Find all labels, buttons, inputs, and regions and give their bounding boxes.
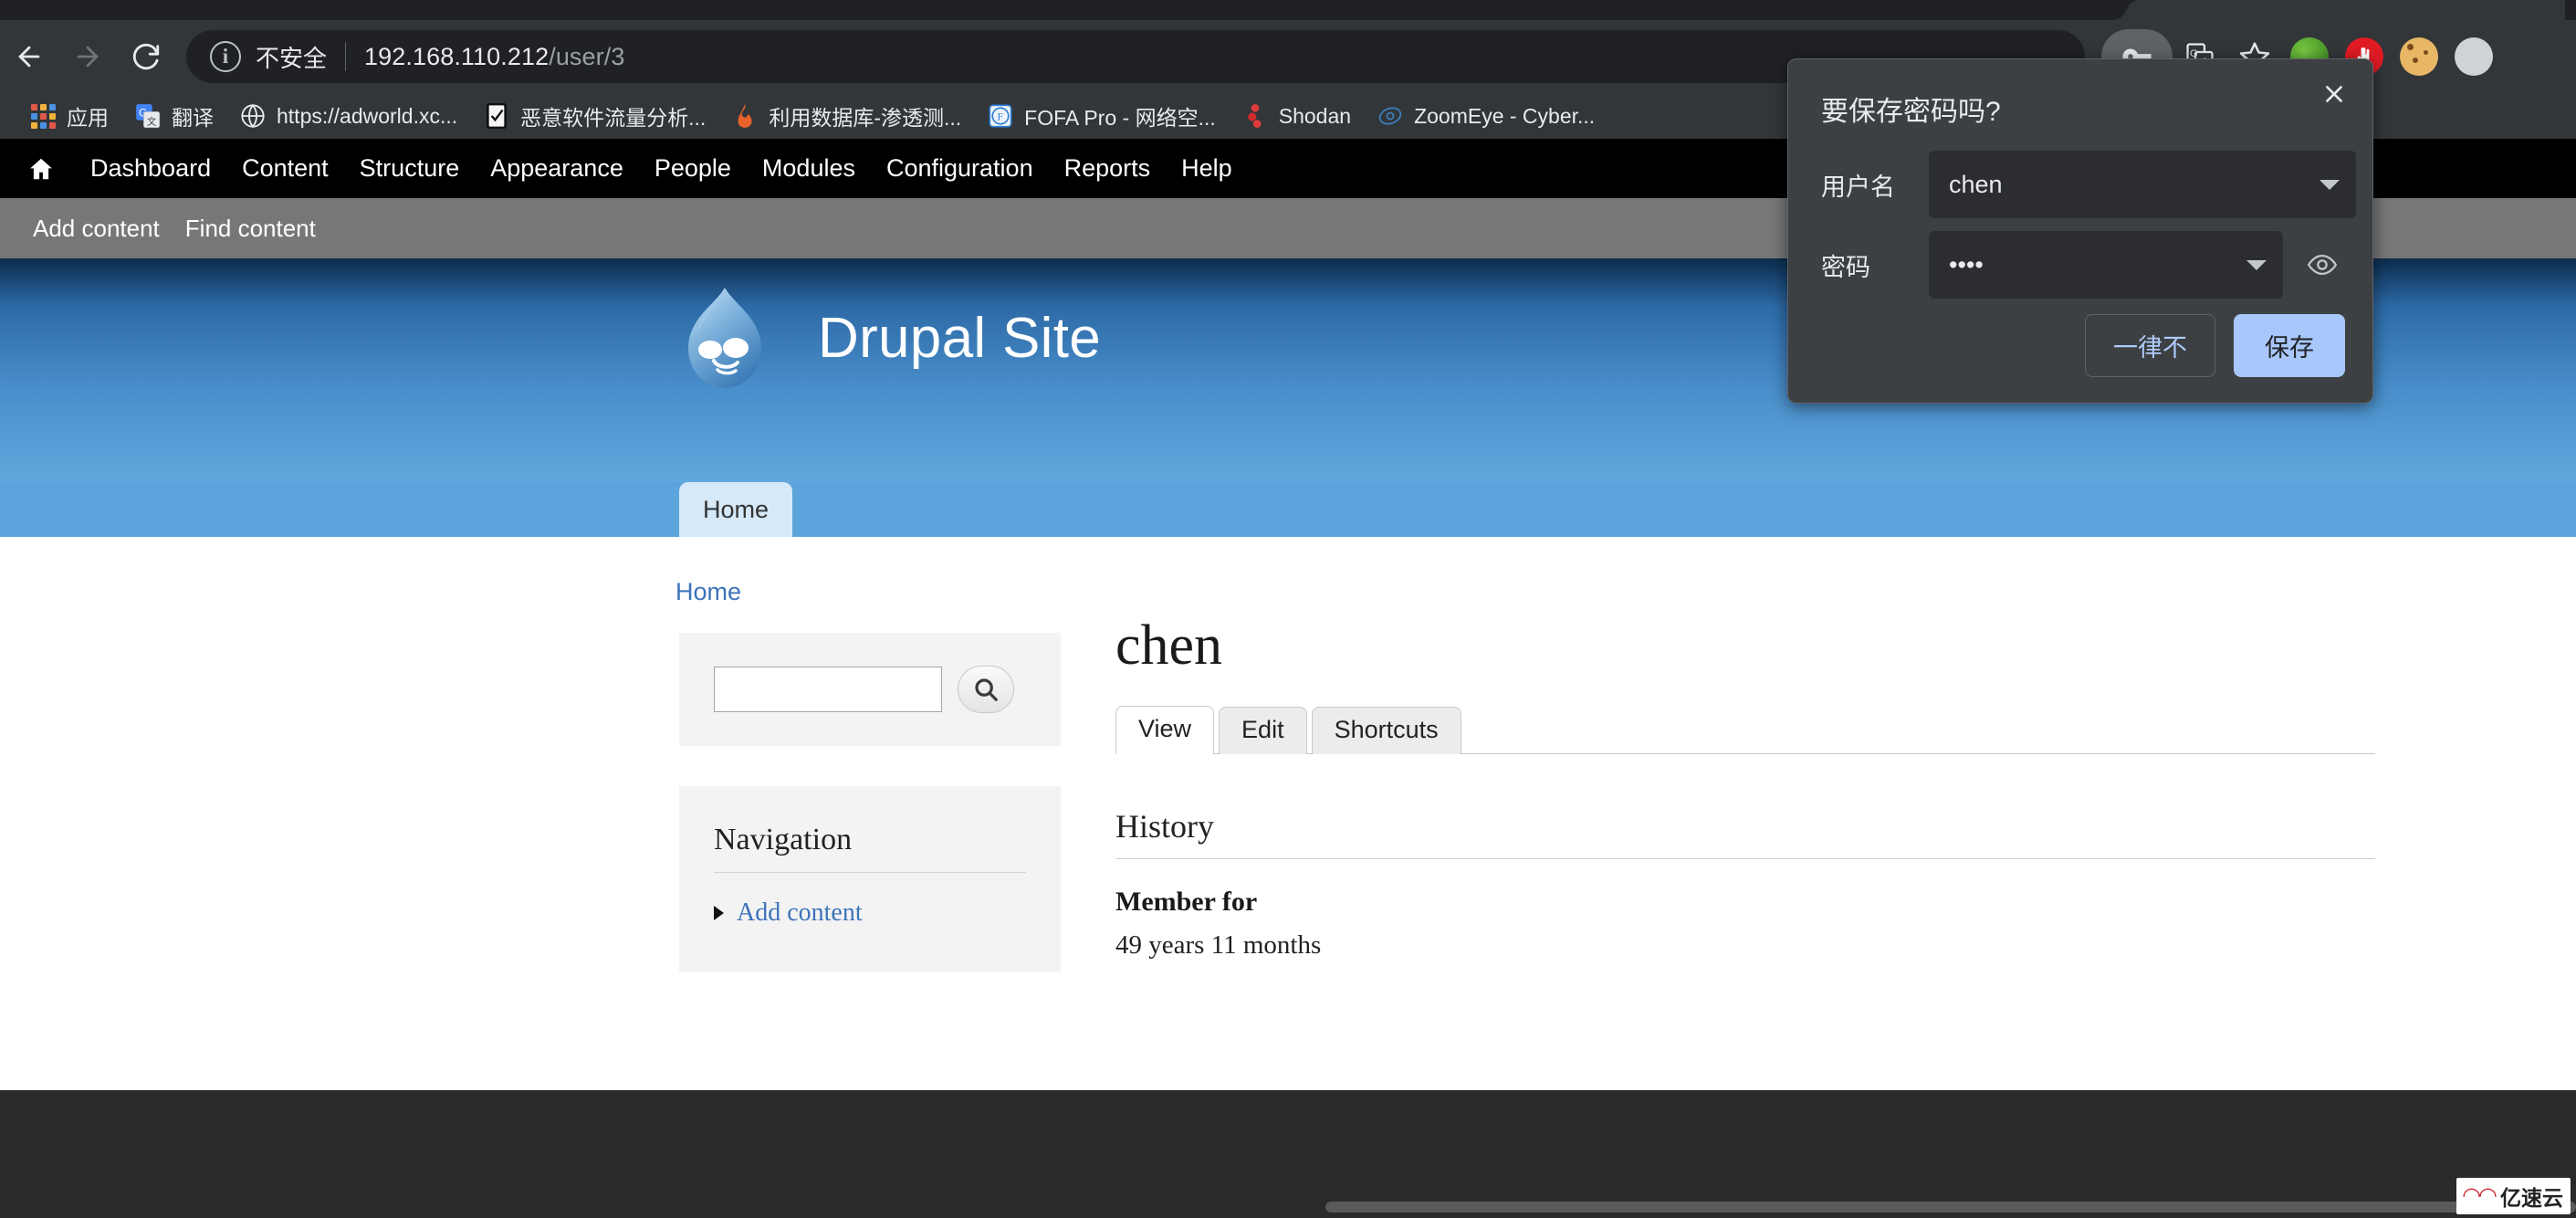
bookmark-label: 利用数据库-渗透测... xyxy=(769,106,962,130)
member-for-value: 49 years 11 months xyxy=(1115,930,1322,960)
search-button[interactable] xyxy=(958,666,1014,713)
url-path: /user/3 xyxy=(549,42,625,70)
bookmark-label: 应用 xyxy=(67,106,109,130)
profile-avatar[interactable] xyxy=(2446,29,2501,84)
primary-menu-bar: Home xyxy=(0,482,2576,537)
toolbar-item-configuration[interactable]: Configuration xyxy=(871,154,1049,183)
svg-text:文: 文 xyxy=(147,115,157,127)
bookmark-translate[interactable]: G文 翻译 xyxy=(121,96,226,136)
site-info-icon[interactable]: i xyxy=(210,41,241,72)
bookmark-label: ZoomEye - Cyber... xyxy=(1414,103,1596,128)
bookmark-label: https://adworld.xc... xyxy=(277,103,458,128)
chevron-down-icon[interactable] xyxy=(2246,259,2267,270)
save-password-button[interactable]: 保存 xyxy=(2234,314,2345,377)
username-label: 用户名 xyxy=(1821,173,1895,201)
main-content: chen View Edit Shortcuts History Member … xyxy=(1115,617,2375,961)
breadcrumb[interactable]: Home xyxy=(675,578,741,606)
yisuyun-logo-icon: ◠◠ xyxy=(2462,1183,2497,1208)
page-footer-area xyxy=(0,1090,2576,1218)
bookmark-apps[interactable]: 应用 xyxy=(16,96,121,136)
bookmark-shodan[interactable]: Shodan xyxy=(1229,96,1364,136)
apps-grid-icon xyxy=(29,102,57,130)
google-translate-icon: G文 xyxy=(134,102,162,130)
close-icon[interactable] xyxy=(2316,76,2352,112)
navigation-block: Navigation Add content xyxy=(679,786,1061,971)
globe-icon xyxy=(239,102,267,130)
drupal-droplet-icon[interactable] xyxy=(675,284,774,392)
member-for-label: Member for xyxy=(1115,887,1258,917)
toolbar-item-people[interactable]: People xyxy=(639,154,747,183)
site-name[interactable]: Drupal Site xyxy=(818,306,1101,371)
bookmark-fofa[interactable]: F FOFA Pro - 网络空... xyxy=(974,96,1229,136)
dialog-actions: 一律不 保存 xyxy=(2085,314,2345,377)
bookmark-label: Shodan xyxy=(1278,103,1352,128)
toolbar-item-help[interactable]: Help xyxy=(1166,154,1248,183)
search-input[interactable] xyxy=(714,667,942,712)
content-region: Home Navigation Add content chen View Ed… xyxy=(0,537,2576,1076)
page-title: chen xyxy=(1115,614,1223,677)
sidebar-first: Navigation Add content xyxy=(679,633,1061,971)
toolbar-item-structure[interactable]: Structure xyxy=(344,154,476,183)
flame-icon xyxy=(731,102,759,130)
reload-icon[interactable] xyxy=(117,27,175,86)
back-arrow-icon[interactable] xyxy=(0,27,58,86)
security-label: 不安全 xyxy=(256,44,328,72)
home-icon[interactable] xyxy=(20,155,62,183)
bookmark-label: 翻译 xyxy=(172,106,214,130)
nav-item-add-content[interactable]: Add content xyxy=(714,898,1026,928)
username-row: 用户名 chen xyxy=(1821,151,2356,218)
fofa-icon: F xyxy=(987,102,1014,130)
search-block xyxy=(679,633,1061,746)
toolbar-item-content[interactable]: Content xyxy=(226,154,344,183)
password-row: 密码 •••• xyxy=(1821,231,2338,299)
toolbar-item-appearance[interactable]: Appearance xyxy=(475,154,639,183)
password-value: •••• xyxy=(1949,250,1984,278)
active-browser-tab[interactable] xyxy=(2112,0,2565,20)
tab-strip xyxy=(0,0,2576,20)
watermark-text: 亿速云 xyxy=(2500,1186,2563,1210)
shortcut-add-content[interactable]: Add content xyxy=(20,215,173,243)
tab-view[interactable]: View xyxy=(1115,706,1215,754)
bookmark-label: 恶意软件流量分析... xyxy=(520,106,707,130)
history-heading: History xyxy=(1115,807,2375,859)
toolbar-item-modules[interactable]: Modules xyxy=(747,154,871,183)
nav-item-label: Add content xyxy=(737,898,863,927)
save-password-dialog: 要保存密码吗? 用户名 chen 密码 •••• 一律不 保存 xyxy=(1787,58,2373,404)
bookmark-malware-traffic[interactable]: 恶意软件流量分析... xyxy=(470,96,718,136)
username-value: chen xyxy=(1949,170,2003,198)
toolbar-item-dashboard[interactable]: Dashboard xyxy=(75,154,226,183)
cookie-icon[interactable] xyxy=(2392,29,2446,84)
eye-icon[interactable] xyxy=(2307,249,2338,280)
toolbar-item-reports[interactable]: Reports xyxy=(1049,154,1167,183)
password-label: 密码 xyxy=(1821,253,1870,281)
password-field[interactable]: •••• xyxy=(1929,231,2283,299)
bookmark-adworld[interactable]: https://adworld.xc... xyxy=(226,96,470,136)
chevron-right-icon xyxy=(714,906,724,920)
checkbox-icon xyxy=(483,102,510,130)
url-text: 192.168.110.212/user/3 xyxy=(364,43,624,71)
horizontal-scrollbar[interactable] xyxy=(1325,1202,2576,1213)
menu-item-home[interactable]: Home xyxy=(679,482,793,537)
url-host: 192.168.110.212 xyxy=(364,42,550,70)
omnibox-divider xyxy=(345,42,347,71)
chevron-down-icon[interactable] xyxy=(2319,179,2340,190)
watermark: ◠◠ 亿速云 xyxy=(2456,1178,2571,1214)
navigation-block-title: Navigation xyxy=(714,823,1026,873)
username-field[interactable]: chen xyxy=(1929,151,2356,218)
forward-arrow-icon xyxy=(58,27,117,86)
bookmark-label: FOFA Pro - 网络空... xyxy=(1024,106,1216,130)
shodan-icon xyxy=(1241,102,1269,130)
zoomeye-icon xyxy=(1377,102,1404,130)
dialog-title: 要保存密码吗? xyxy=(1821,97,2001,127)
shortcut-find-content[interactable]: Find content xyxy=(173,215,329,243)
never-save-button[interactable]: 一律不 xyxy=(2085,314,2215,377)
svg-text:F: F xyxy=(998,111,1004,123)
bookmark-database-pentest[interactable]: 利用数据库-渗透测... xyxy=(718,96,974,136)
local-tasks-tabs: View Edit Shortcuts xyxy=(1115,705,2375,754)
tab-shortcuts[interactable]: Shortcuts xyxy=(1311,707,1461,754)
tab-edit[interactable]: Edit xyxy=(1219,707,1307,754)
bookmark-zoomeye[interactable]: ZoomEye - Cyber... xyxy=(1364,96,1607,136)
